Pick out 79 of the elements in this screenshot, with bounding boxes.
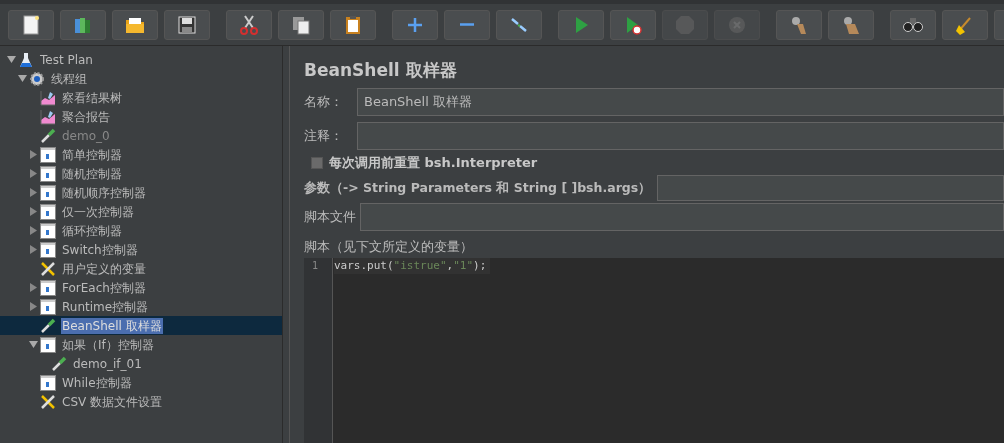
collapsed-arrow-icon[interactable] — [28, 150, 38, 159]
tree-item[interactable]: 随机顺序控制器 — [61, 184, 147, 201]
window-icon — [40, 146, 56, 163]
tree-item[interactable]: 聚合报告 — [61, 108, 111, 125]
script-label: 脚本（见下文所定义的变量） — [304, 238, 474, 256]
wrench-screwdriver-icon — [40, 260, 56, 277]
window-icon — [40, 374, 56, 391]
collapsed-arrow-icon[interactable] — [28, 188, 38, 197]
toolbar-button[interactable] — [610, 9, 656, 40]
toolbar-button[interactable] — [112, 9, 158, 40]
tree-item[interactable]: Test Plan — [39, 51, 94, 68]
tree-item[interactable]: 循环控制器 — [61, 222, 123, 239]
window-icon — [40, 336, 56, 353]
flask-icon — [18, 51, 34, 68]
scissors-icon — [238, 13, 260, 36]
window-icon — [40, 203, 56, 220]
line-number: 1 — [311, 258, 320, 273]
toolbar-button[interactable] — [278, 9, 324, 40]
expanded-arrow-icon[interactable] — [28, 340, 38, 349]
window-icon — [40, 222, 56, 239]
parameters-field[interactable] — [657, 175, 1004, 201]
toolbar-button[interactable] — [226, 9, 272, 40]
wrench-screwdriver-icon — [40, 393, 56, 410]
panel-title: BeanShell 取样器 — [304, 59, 458, 82]
tree-item[interactable]: 察看结果树 — [61, 89, 123, 106]
toolbar-button[interactable] — [60, 9, 106, 40]
window-icon — [40, 184, 56, 201]
tree-item[interactable]: 简单控制器 — [61, 146, 123, 163]
script-editor[interactable]: 1 vars.put("istrue","1"); — [304, 257, 1004, 443]
collapsed-arrow-icon[interactable] — [28, 207, 38, 216]
window-icon — [40, 298, 56, 315]
pipette-icon — [40, 317, 56, 334]
toolbar-button[interactable] — [776, 9, 822, 40]
parameters-label: 参数（-> String Parameters 和 String [ ]bsh.args） — [304, 178, 652, 197]
tree-item[interactable]: CSV 数据文件设置 — [61, 393, 164, 410]
tree-item[interactable]: Runtime控制器 — [61, 298, 150, 315]
binoculars-icon — [903, 17, 923, 32]
tree-item[interactable]: BeanShell 取样器 — [61, 317, 163, 334]
minus-icon — [460, 23, 474, 26]
gear-icon — [29, 70, 45, 87]
name-label: 名称： — [304, 93, 344, 112]
checkbox-label: 每次调用前重置 bsh.Interpreter — [329, 154, 538, 173]
checkbox[interactable] — [311, 157, 323, 169]
document-icon — [20, 13, 42, 36]
chart-icon — [40, 89, 56, 106]
expanded-arrow-icon[interactable] — [17, 74, 27, 83]
pipette-icon — [40, 127, 56, 144]
comment-label: 注释： — [304, 127, 344, 146]
name-field[interactable]: BeanShell 取样器 — [357, 88, 1004, 116]
window-icon — [40, 241, 56, 258]
collapsed-arrow-icon[interactable] — [28, 169, 38, 178]
tree-item[interactable]: 线程组 — [50, 70, 88, 87]
collapsed-arrow-icon[interactable] — [28, 302, 38, 311]
tree-item[interactable]: 仅一次控制器 — [61, 203, 135, 220]
tree-item[interactable]: ForEach控制器 — [61, 279, 147, 296]
tree-item[interactable]: 用户定义的变量 — [61, 260, 147, 277]
expanded-arrow-icon[interactable] — [6, 55, 16, 64]
tree-item[interactable]: Switch控制器 — [61, 241, 139, 258]
pipette-icon — [51, 355, 67, 372]
collapsed-arrow-icon[interactable] — [28, 283, 38, 292]
comment-field[interactable] — [357, 122, 1004, 150]
tree-item[interactable]: While控制器 — [61, 374, 133, 391]
toolbar-button[interactable] — [496, 9, 542, 40]
tree-item[interactable]: demo_if_01 — [72, 355, 143, 372]
toolbar-button[interactable] — [330, 9, 376, 40]
collapsed-arrow-icon[interactable] — [28, 226, 38, 235]
tree-item[interactable]: 随机控制器 — [61, 165, 123, 182]
toolbar-button[interactable] — [164, 9, 210, 40]
window-icon — [40, 279, 56, 296]
chart-icon — [40, 108, 56, 125]
tree-item[interactable]: 如果（If）控制器 — [61, 336, 155, 353]
collapsed-arrow-icon[interactable] — [28, 245, 38, 254]
window-icon — [40, 165, 56, 182]
toolbar-button[interactable] — [828, 9, 874, 40]
script-file-field[interactable] — [360, 203, 1004, 231]
toolbar-button[interactable] — [8, 9, 54, 40]
toolbar-button[interactable] — [942, 9, 988, 40]
script-file-label: 脚本文件 — [304, 208, 356, 227]
toolbar-button[interactable] — [890, 9, 936, 40]
